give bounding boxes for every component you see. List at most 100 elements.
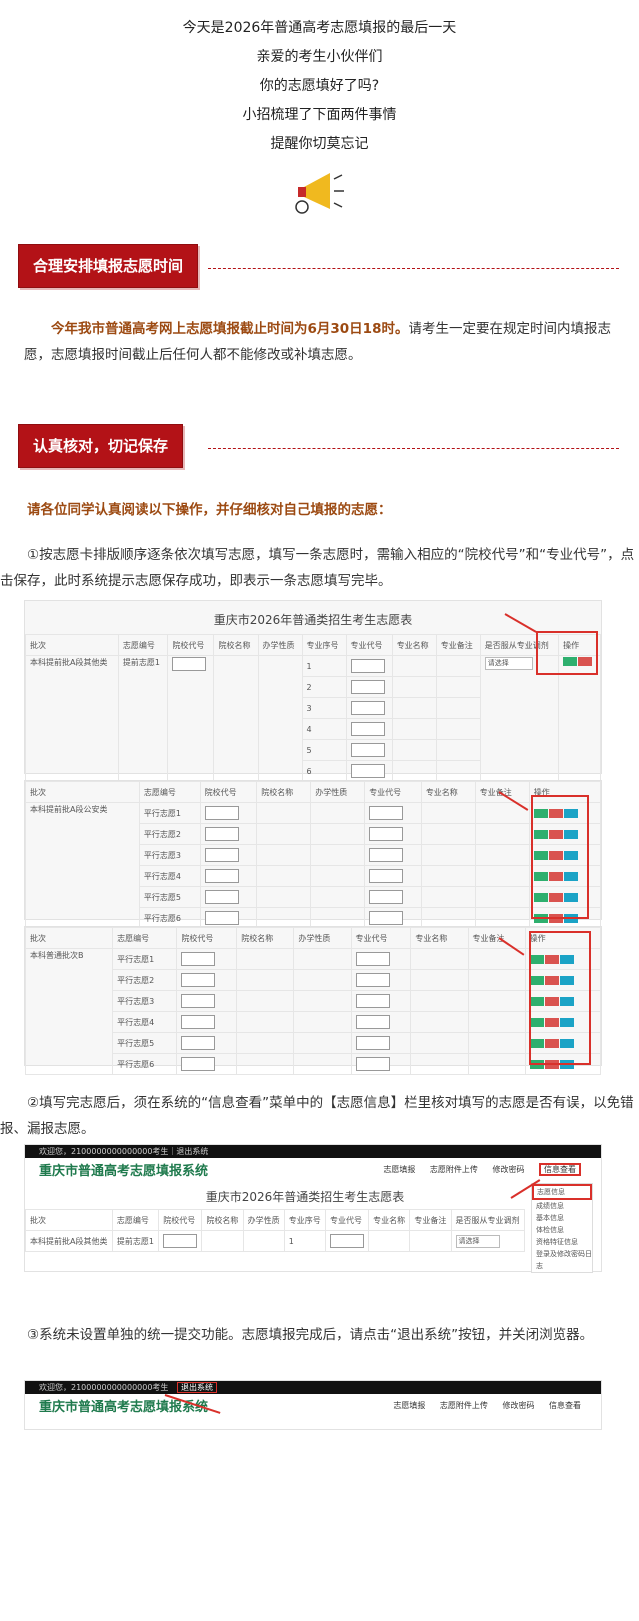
major-code-input[interactable] xyxy=(369,911,404,925)
major-code-input[interactable] xyxy=(350,743,385,757)
col-school-code: 院校代号 xyxy=(167,634,215,656)
nav-password[interactable]: 修改密码 xyxy=(492,1165,524,1174)
nav-info[interactable]: 信息查看 xyxy=(539,1163,581,1176)
school-code-input[interactable] xyxy=(181,1057,216,1071)
table-header: 批次 志愿编号 院校代号 院校名称 办学性质 专业代号 专业名称 专业备注 操作 xyxy=(25,781,602,803)
cell-vol: 平行志愿1 xyxy=(112,948,178,970)
cell-vol: 平行志愿2 xyxy=(112,969,178,991)
nav-fill[interactable]: 志愿填报 xyxy=(383,1165,415,1174)
school-code-input[interactable] xyxy=(181,952,216,966)
system-header: 重庆市普通高考志愿填报系统 志愿填报 志愿附件上传 修改密码 信息查看 xyxy=(25,1158,601,1180)
menu-volunteer-info[interactable]: 志愿信息 xyxy=(532,1184,592,1200)
nav-password[interactable]: 修改密码 xyxy=(502,1401,534,1410)
col-vol-no: 志愿编号 xyxy=(117,634,169,656)
cell-vol: 平行志愿5 xyxy=(112,1032,178,1054)
major-code-input[interactable] xyxy=(355,952,390,966)
major-code-input[interactable] xyxy=(369,890,404,904)
school-code-input[interactable] xyxy=(163,1234,198,1248)
menu-health-info[interactable]: 体检信息 xyxy=(532,1224,592,1236)
menu-login-log[interactable]: 登录及修改密码日志 xyxy=(532,1248,592,1272)
table-row: 平行志愿2 xyxy=(26,969,602,991)
menu-basic-info[interactable]: 基本信息 xyxy=(532,1212,592,1224)
intro-line-3: 你的志愿填好了吗? xyxy=(259,78,380,94)
step-2-text: ②填写完志愿后，须在系统的“信息查看”菜单中的【志愿信息】栏里核对填写的志愿是否… xyxy=(0,1095,634,1137)
cell-vol: 平行志愿6 xyxy=(112,1053,178,1075)
major-code-input[interactable] xyxy=(369,806,404,820)
school-code-input[interactable] xyxy=(204,827,239,841)
cell-batch: 本科提前批A段其他类 xyxy=(25,1230,113,1252)
nav-fill[interactable]: 志愿填报 xyxy=(393,1401,425,1410)
system-header: 重庆市普通高考志愿填报系统 志愿填报 志愿附件上传 修改密码 信息查看 xyxy=(25,1394,601,1416)
cell-batch: 本科提前批A段其他类 xyxy=(25,655,119,782)
school-code-input[interactable] xyxy=(172,657,207,671)
col-major-name: 专业名称 xyxy=(420,781,476,803)
table-row: 平行志愿3 xyxy=(26,990,602,1012)
major-code-input[interactable] xyxy=(355,994,390,1008)
col-vol-no: 志愿编号 xyxy=(111,1209,160,1231)
major-code-input[interactable] xyxy=(369,869,404,883)
screenshot-volunteer-form: 重庆市2026年普通类招生考生志愿表 批次 志愿编号 院校代号 院校名称 办学性… xyxy=(24,600,602,782)
major-code-input[interactable] xyxy=(350,659,385,673)
section-1-title: 合理安排填报志愿时间 xyxy=(18,244,199,288)
logout-button[interactable]: 退出系统 xyxy=(176,1382,217,1393)
cell-seq: 6 xyxy=(301,760,347,782)
cell-vol: 提前志愿1 xyxy=(117,655,169,782)
major-code-input[interactable] xyxy=(350,701,385,715)
table-row: 本科普通批次B 平行志愿1 xyxy=(24,948,602,1075)
major-code-input[interactable] xyxy=(350,722,385,736)
nav-upload[interactable]: 志愿附件上传 xyxy=(440,1401,488,1410)
major-code-input[interactable] xyxy=(350,764,385,778)
col-major-code: 专业代号 xyxy=(350,927,412,949)
cell-batch: 本科普通批次B xyxy=(24,948,114,1075)
nav-upload[interactable]: 志愿附件上传 xyxy=(430,1165,478,1174)
school-code-input[interactable] xyxy=(204,911,239,925)
major-code-input[interactable] xyxy=(329,1234,364,1248)
col-major-name: 专业名称 xyxy=(391,634,437,656)
intro-line-5: 提醒你切莫忘记 xyxy=(270,136,369,152)
cell-seq: 3 xyxy=(301,697,347,719)
table-header: 批次 志愿编号 院校代号 院校名称 办学性质 专业序号 专业代号 专业名称 专业… xyxy=(25,1209,526,1231)
col-major-name: 专业名称 xyxy=(410,927,469,949)
intro-line-4: 小招梳理了下面两件事情 xyxy=(242,107,397,123)
major-code-input[interactable] xyxy=(355,973,390,987)
step-1-text: ①按志愿卡排版顺序逐条依次填写志愿，填写一条志愿时，需输入相应的“院校代号”和“… xyxy=(0,547,635,589)
major-code-input[interactable] xyxy=(355,1036,390,1050)
school-code-input[interactable] xyxy=(181,973,216,987)
system-nav: 志愿填报 志愿附件上传 修改密码 信息查看 xyxy=(371,1163,581,1176)
table-row: 平行志愿6 xyxy=(26,1053,602,1075)
major-code-input[interactable] xyxy=(369,848,404,862)
system-nav: 志愿填报 志愿附件上传 修改密码 信息查看 xyxy=(381,1400,581,1411)
adjust-select[interactable]: 请选择 xyxy=(484,657,533,670)
school-code-input[interactable] xyxy=(204,848,239,862)
major-code-input[interactable] xyxy=(355,1057,390,1071)
step-3-text: ③系统未设置单独的统一提交功能。志愿填报完成后，请点击“退出系统”按钮，并关闭浏… xyxy=(27,1327,594,1343)
major-code-input[interactable] xyxy=(369,827,404,841)
intro-line-2: 亲爱的考生小伙伴们 xyxy=(256,49,383,65)
school-code-input[interactable] xyxy=(181,1015,216,1029)
school-code-input[interactable] xyxy=(204,890,239,904)
col-major-seq: 专业序号 xyxy=(301,634,347,656)
col-school-name: 院校名称 xyxy=(201,1209,244,1231)
screenshot-logout: 欢迎您，2100000000000000考生 退出系统 重庆市普通高考志愿填报系… xyxy=(24,1380,602,1430)
nav-info[interactable]: 信息查看 xyxy=(549,1401,581,1410)
section-2-intro: 请各位同学认真阅读以下操作，并仔细核对自己填报的志愿： xyxy=(27,502,392,518)
school-code-input[interactable] xyxy=(204,806,239,820)
menu-score-info[interactable]: 成绩信息 xyxy=(532,1200,592,1212)
school-code-input[interactable] xyxy=(181,994,216,1008)
col-major-code: 专业代号 xyxy=(324,1209,370,1231)
school-code-input[interactable] xyxy=(204,869,239,883)
top-status-bar: 欢迎您，2100000000000000考生｜退出系统 xyxy=(25,1145,601,1158)
info-dropdown: 志愿信息 成绩信息 基本信息 体检信息 资格特征信息 登录及修改密码日志 xyxy=(531,1183,593,1273)
col-major-note: 专业备注 xyxy=(409,1209,452,1231)
adjust-select[interactable]: 请选择 xyxy=(455,1234,500,1248)
major-code-input[interactable] xyxy=(355,1015,390,1029)
welcome-text: 欢迎您，2100000000000000考生 xyxy=(39,1383,169,1392)
major-code-input[interactable] xyxy=(350,680,385,694)
menu-qualification-info[interactable]: 资格特征信息 xyxy=(532,1236,592,1248)
school-code-input[interactable] xyxy=(181,1036,216,1050)
col-major-name: 专业名称 xyxy=(368,1209,411,1231)
col-batch: 批次 xyxy=(24,927,114,949)
col-school-type: 办学性质 xyxy=(293,927,352,949)
section-2-header: 认真核对，切记保存 xyxy=(18,424,619,468)
col-school-type: 办学性质 xyxy=(310,781,366,803)
